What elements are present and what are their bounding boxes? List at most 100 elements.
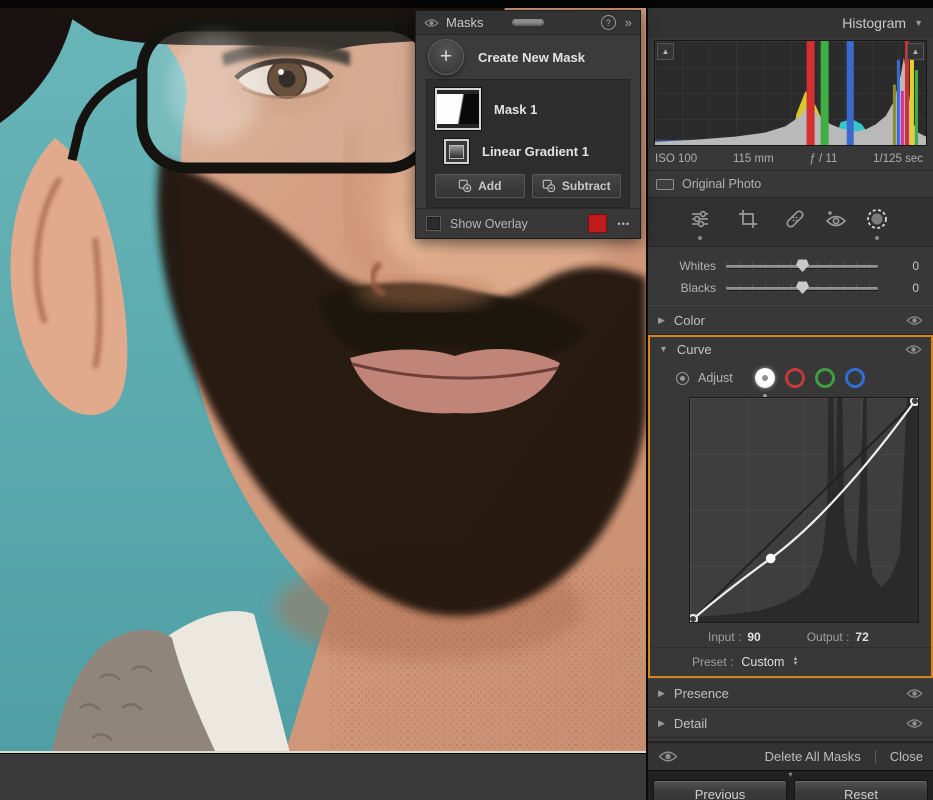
mask-thumbnail[interactable] (435, 88, 481, 130)
whites-slider-thumb[interactable] (796, 259, 809, 272)
curve-channel-blue[interactable] (845, 368, 865, 388)
subtract-button[interactable]: Subtract (532, 174, 622, 198)
show-overlay-label: Show Overlay (450, 217, 528, 231)
exif-focal-length: 115 mm (733, 153, 774, 165)
curve-section-label: Curve (677, 342, 712, 357)
lightroom-develop-window: Histogram ▼ ▲ ▲ ISO 100 (0, 0, 933, 800)
plus-icon[interactable]: + (428, 39, 464, 75)
preset-stepper-icon[interactable]: ▲▼ (792, 657, 798, 667)
panel-drag-handle[interactable] (512, 19, 544, 26)
show-overlay-checkbox[interactable] (426, 216, 441, 231)
color-visibility-eye-icon[interactable] (906, 315, 923, 326)
histogram-header[interactable]: Histogram ▼ (648, 8, 933, 38)
curve-channel-red[interactable] (785, 368, 805, 388)
preset-label: Preset : (692, 655, 733, 669)
curve-section: ▼ Curve Adjust (648, 335, 933, 678)
basic-sliders-block: Whites 0 Blacks 0 (648, 247, 933, 305)
linear-gradient-thumbnail[interactable] (444, 139, 469, 164)
masks-eye-icon[interactable] (424, 18, 439, 28)
help-icon[interactable]: ? (601, 15, 616, 30)
tone-curve-plot (690, 398, 918, 622)
basic-adjustments-icon[interactable] (688, 207, 712, 231)
curve-expand-icon[interactable]: ▼ (659, 344, 668, 354)
develop-right-panel: Histogram ▼ ▲ ▲ ISO 100 (646, 8, 933, 800)
whites-label: Whites (648, 259, 726, 273)
color-expand-icon[interactable]: ▶ (658, 315, 665, 326)
masks-panel-header[interactable]: Masks ? » (416, 11, 640, 35)
workspace-bottom-strip (0, 753, 646, 800)
output-label: Output : (807, 630, 850, 644)
delete-all-masks-button[interactable]: Delete All Masks (765, 749, 861, 764)
previous-button[interactable]: Previous (653, 780, 787, 800)
curve-channel-green[interactable] (815, 368, 835, 388)
original-photo-label: Original Photo (682, 177, 761, 191)
curve-preset-row: Preset : Custom ▲▼ (650, 647, 931, 676)
overlay-options-icon[interactable]: ••• (618, 219, 630, 229)
color-section-header[interactable]: ▶ Color (648, 305, 933, 335)
curve-visibility-eye-icon[interactable] (905, 344, 922, 355)
histogram-collapse-icon[interactable]: ▼ (914, 18, 923, 28)
mask-item[interactable]: Mask 1 (435, 88, 621, 130)
highlight-clipping-icon[interactable]: ▲ (907, 43, 924, 60)
show-overlay-row: Show Overlay ••• (416, 208, 640, 238)
curve-endpoint-shadow[interactable] (690, 615, 697, 622)
masks-panel: Masks ? » + Create New Mask Mask 1 Linea… (415, 10, 641, 239)
edited-indicator-dot (698, 236, 702, 240)
create-new-mask-label: Create New Mask (478, 50, 585, 65)
exif-iso: ISO 100 (655, 153, 697, 165)
detail-section-label: Detail (674, 716, 707, 731)
exif-info-row: ISO 100 115 mm ƒ / 11 1/125 sec (648, 148, 933, 170)
exif-shutter: 1/125 sec (873, 153, 923, 165)
whites-value[interactable]: 0 (878, 259, 933, 273)
presence-section-label: Presence (674, 686, 729, 701)
curve-io-readout: Input : 90 Output : 72 (650, 627, 931, 647)
healing-icon[interactable] (783, 207, 807, 231)
blacks-slider-row: Blacks 0 (648, 277, 933, 299)
red-eye-icon[interactable] (824, 207, 848, 231)
original-photo-toggle[interactable] (656, 179, 674, 190)
collapse-panel-icon[interactable]: » (625, 15, 632, 30)
blacks-value[interactable]: 0 (878, 281, 933, 295)
presence-section-header[interactable]: ▶ Presence (648, 678, 933, 708)
mask-list-group: Mask 1 Linear Gradient 1 Add (426, 79, 630, 208)
mask-name: Mask 1 (494, 102, 537, 117)
detail-expand-icon[interactable]: ▶ (658, 718, 665, 729)
masks-panel-title: Masks (446, 15, 484, 30)
detail-section-header[interactable]: ▶ Detail (648, 708, 933, 738)
mask-component-item[interactable]: Linear Gradient 1 (444, 139, 621, 164)
footer-expander-icon[interactable]: ▾ (788, 770, 792, 779)
shadow-clipping-icon[interactable]: ▲ (657, 43, 674, 60)
targeted-adjust-icon[interactable] (676, 372, 689, 385)
create-new-mask-row[interactable]: + Create New Mask (416, 35, 640, 79)
presence-expand-icon[interactable]: ▶ (658, 688, 665, 699)
preset-value[interactable]: Custom (741, 655, 784, 669)
reset-button[interactable]: Reset (794, 780, 928, 800)
exif-aperture: ƒ / 11 (809, 153, 837, 165)
overlay-color-swatch[interactable] (588, 214, 607, 233)
curve-section-header[interactable]: ▼ Curve (650, 337, 931, 361)
blacks-slider[interactable] (726, 281, 878, 295)
add-button[interactable]: Add (435, 174, 525, 198)
histogram-plot (655, 41, 926, 145)
blacks-slider-thumb[interactable] (796, 281, 809, 294)
develop-footer: ▾ Previous Reset (648, 770, 933, 800)
curve-adjust-row: Adjust (650, 361, 931, 395)
histogram-display[interactable]: ▲ ▲ (654, 40, 927, 146)
mask-visibility-eye-icon[interactable] (658, 750, 678, 763)
presence-visibility-eye-icon[interactable] (906, 688, 923, 699)
whites-slider[interactable] (726, 259, 878, 273)
adjust-label: Adjust (698, 371, 733, 385)
histogram-title: Histogram (842, 15, 906, 31)
input-value: 90 (747, 630, 760, 644)
close-button[interactable]: Close (890, 749, 923, 764)
curve-channel-point[interactable] (755, 368, 775, 388)
edited-indicator-dot (875, 236, 879, 240)
crop-icon[interactable] (736, 207, 760, 231)
tone-curve-graph[interactable] (689, 397, 919, 623)
curve-endpoint-highlight[interactable] (911, 398, 918, 405)
tool-strip (648, 198, 933, 247)
detail-visibility-eye-icon[interactable] (906, 718, 923, 729)
curve-control-point[interactable] (766, 554, 776, 564)
toolbar-divider (875, 750, 876, 764)
masking-icon[interactable] (865, 207, 889, 231)
